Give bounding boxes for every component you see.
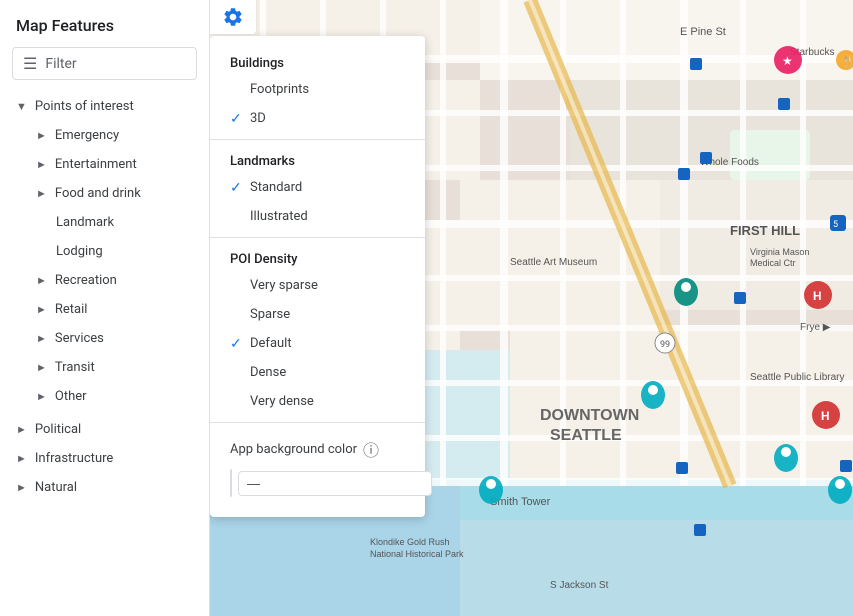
sidebar-item-emergency[interactable]: ► Emergency bbox=[0, 121, 209, 150]
arrow-icon: ► bbox=[36, 390, 47, 403]
svg-text:E Pine St: E Pine St bbox=[680, 26, 726, 38]
item-label: Default bbox=[250, 336, 292, 351]
sidebar-item-natural[interactable]: ► Natural bbox=[0, 473, 209, 502]
gear-icon bbox=[222, 6, 244, 28]
item-label: Footprints bbox=[250, 82, 309, 97]
svg-text:5: 5 bbox=[833, 220, 838, 230]
svg-text:Medical Ctr: Medical Ctr bbox=[750, 258, 796, 268]
svg-text:Virginia Mason: Virginia Mason bbox=[750, 247, 809, 257]
dropdown-item-dense[interactable]: Dense bbox=[210, 358, 425, 387]
color-swatch[interactable] bbox=[230, 469, 232, 497]
sidebar-item-infrastructure[interactable]: ► Infrastructure bbox=[0, 444, 209, 473]
sidebar-item-label: Landmark bbox=[56, 215, 114, 230]
arrow-icon: ► bbox=[36, 274, 47, 287]
dropdown-item-illustrated[interactable]: Illustrated bbox=[210, 202, 425, 231]
arrow-icon: ► bbox=[16, 452, 27, 465]
svg-text:Frye ▶: Frye ▶ bbox=[800, 322, 831, 333]
arrow-icon: ▼ bbox=[16, 100, 27, 113]
item-label: 3D bbox=[250, 111, 266, 126]
item-label: Sparse bbox=[250, 307, 290, 322]
svg-text:SEATTLE: SEATTLE bbox=[550, 427, 622, 444]
sidebar-item-label: Services bbox=[55, 331, 104, 346]
dropdown-panel: Buildings Footprints 3D Landmarks Standa… bbox=[210, 36, 425, 517]
arrow-icon: ► bbox=[16, 481, 27, 494]
dropdown-item-3d[interactable]: 3D bbox=[210, 104, 425, 133]
svg-text:DOWNTOWN: DOWNTOWN bbox=[540, 407, 639, 424]
poi-density-title: POI Density bbox=[210, 244, 425, 271]
svg-text:★: ★ bbox=[782, 54, 793, 68]
sidebar-item-label: Other bbox=[55, 389, 87, 404]
filter-label: Filter bbox=[45, 56, 76, 72]
svg-text:Seattle Public Library: Seattle Public Library bbox=[750, 372, 845, 383]
sidebar-item-transit[interactable]: ► Transit bbox=[0, 353, 209, 382]
filter-icon: ☰ bbox=[23, 54, 37, 73]
sidebar-item-political[interactable]: ► Political bbox=[0, 415, 209, 444]
buildings-title: Buildings bbox=[210, 48, 425, 75]
sidebar-item-label: Lodging bbox=[56, 244, 103, 259]
sidebar-item-recreation[interactable]: ► Recreation bbox=[0, 266, 209, 295]
arrow-icon: ► bbox=[36, 187, 47, 200]
sidebar-item-services[interactable]: ► Services bbox=[0, 324, 209, 353]
svg-text:H: H bbox=[821, 409, 829, 423]
sidebar-item-poi[interactable]: ▼ Points of interest bbox=[0, 92, 209, 121]
arrow-icon: ► bbox=[36, 129, 47, 142]
sidebar-item-label: Political bbox=[35, 422, 81, 437]
landmarks-title: Landmarks bbox=[210, 146, 425, 173]
bg-color-title: App background color ⓘ bbox=[230, 437, 405, 461]
bg-color-section: App background color ⓘ bbox=[210, 429, 425, 505]
sidebar-item-label: Entertainment bbox=[55, 157, 137, 172]
sidebar-item-retail[interactable]: ► Retail bbox=[0, 295, 209, 324]
item-label: Standard bbox=[250, 180, 302, 195]
sidebar-item-lodging[interactable]: Lodging bbox=[0, 237, 209, 266]
arrow-icon: ► bbox=[36, 303, 47, 316]
svg-text:National Historical Park: National Historical Park bbox=[370, 549, 464, 559]
sidebar-item-label: Emergency bbox=[55, 128, 119, 143]
color-input[interactable] bbox=[238, 471, 432, 496]
item-label: Illustrated bbox=[250, 209, 308, 224]
sidebar-item-label: Food and drink bbox=[55, 186, 141, 201]
divider bbox=[210, 422, 425, 423]
svg-text:FIRST HILL: FIRST HILL bbox=[730, 223, 800, 238]
sidebar: Map Features ☰ Filter ▼ Points of intere… bbox=[0, 0, 210, 616]
sidebar-item-other[interactable]: ► Other bbox=[0, 382, 209, 411]
sidebar-item-label: Retail bbox=[55, 302, 88, 317]
dropdown-item-very-dense[interactable]: Very dense bbox=[210, 387, 425, 416]
svg-text:H: H bbox=[813, 289, 821, 303]
bg-color-label: App background color bbox=[230, 442, 357, 457]
dropdown-item-sparse[interactable]: Sparse bbox=[210, 300, 425, 329]
arrow-icon: ► bbox=[16, 423, 27, 436]
item-label: Very dense bbox=[250, 394, 314, 409]
arrow-icon: ► bbox=[36, 158, 47, 171]
sidebar-item-food[interactable]: ► Food and drink bbox=[0, 179, 209, 208]
arrow-icon: ► bbox=[36, 332, 47, 345]
dropdown-item-very-sparse[interactable]: Very sparse bbox=[210, 271, 425, 300]
item-label: Dense bbox=[250, 365, 286, 380]
svg-text:Seattle Art Museum: Seattle Art Museum bbox=[510, 257, 597, 268]
svg-text:S Jackson St: S Jackson St bbox=[550, 580, 609, 591]
gear-button[interactable] bbox=[210, 0, 256, 34]
divider bbox=[210, 139, 425, 140]
dropdown-item-footprints[interactable]: Footprints bbox=[210, 75, 425, 104]
dropdown-item-default[interactable]: Default bbox=[210, 329, 425, 358]
sidebar-item-label: Transit bbox=[55, 360, 95, 375]
divider bbox=[210, 237, 425, 238]
svg-text:99: 99 bbox=[660, 340, 670, 350]
map-area[interactable]: E Pine St DOWNTOWN SEATTLE FIRST HILL Wh… bbox=[210, 0, 853, 616]
sidebar-item-label: Infrastructure bbox=[35, 451, 113, 466]
arrow-icon: ► bbox=[36, 361, 47, 374]
filter-bar[interactable]: ☰ Filter bbox=[12, 47, 197, 80]
sidebar-item-label: Recreation bbox=[55, 273, 117, 288]
svg-text:🍴: 🍴 bbox=[841, 55, 853, 68]
sidebar-item-entertainment[interactable]: ► Entertainment bbox=[0, 150, 209, 179]
item-label: Very sparse bbox=[250, 278, 318, 293]
sidebar-item-label: Natural bbox=[35, 480, 77, 495]
dropdown-item-standard[interactable]: Standard bbox=[210, 173, 425, 202]
sidebar-section-poi: ▼ Points of interest ► Emergency ► Enter… bbox=[0, 88, 209, 415]
bg-color-row bbox=[230, 469, 405, 497]
svg-text:Klondike Gold Rush: Klondike Gold Rush bbox=[370, 537, 450, 547]
sidebar-title: Map Features bbox=[0, 0, 209, 43]
sidebar-item-landmark[interactable]: Landmark bbox=[0, 208, 209, 237]
sidebar-item-label: Points of interest bbox=[35, 99, 134, 114]
help-icon[interactable]: ⓘ bbox=[363, 437, 379, 461]
